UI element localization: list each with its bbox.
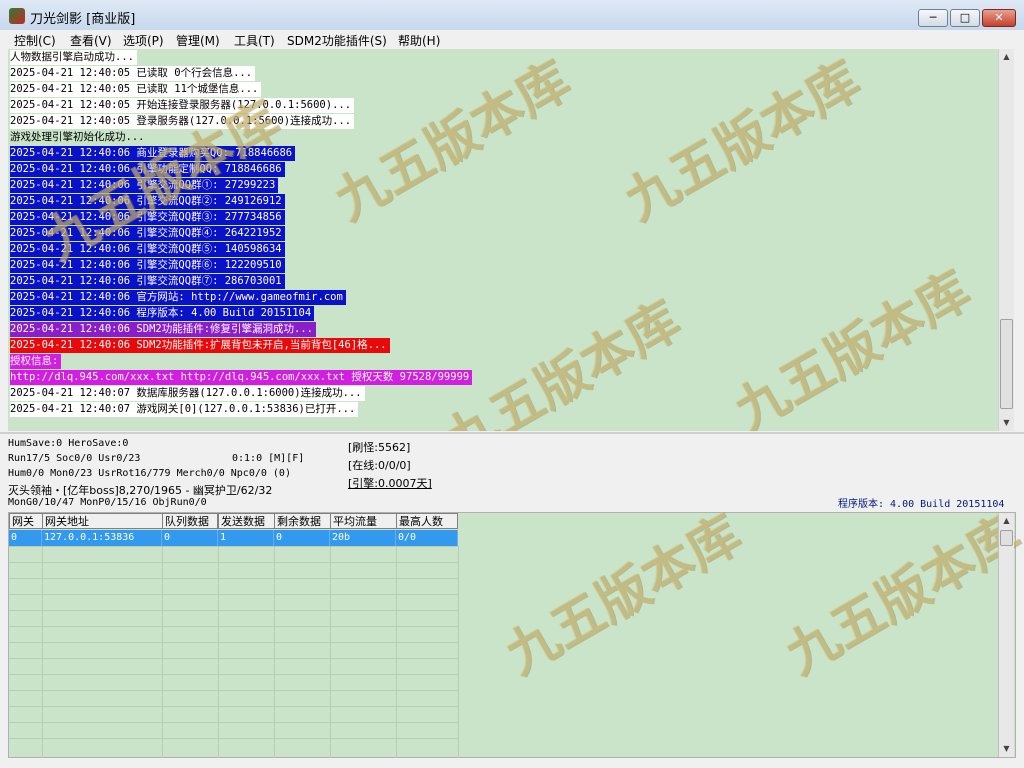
- grid-header-queue[interactable]: 队列数据: [162, 513, 218, 529]
- log-line: 2025-04-21 12:40:07 数据库服务器(127.0.0.1:600…: [10, 386, 365, 401]
- watermark-text: 九五版本库: [775, 504, 1024, 687]
- watermark-text: 九五版本库: [724, 260, 980, 431]
- grid-header-address[interactable]: 网关地址: [42, 513, 172, 529]
- menu-tools[interactable]: 工具(T): [234, 32, 275, 49]
- status-humsave: HumSave:0 HeroSave:0: [8, 438, 129, 449]
- menu-help[interactable]: 帮助(H): [398, 32, 440, 49]
- log-line: 2025-04-21 12:40:06 SDM2功能插件:扩展背包未开启,当前背…: [10, 338, 390, 353]
- watermark-text: 九五版本库: [495, 504, 751, 687]
- grid-row-line: [9, 594, 458, 595]
- log-line: 2025-04-21 12:40:06 引擎交流QQ群⑦: 286703001: [10, 274, 285, 289]
- log-line: 2025-04-21 12:40:06 引擎交流QQ群③: 277734856: [10, 210, 285, 225]
- scroll-down-arrow-icon[interactable]: ▼: [999, 415, 1014, 431]
- grid-row-line: [9, 626, 458, 627]
- scroll-down-arrow-icon[interactable]: ▼: [999, 741, 1014, 757]
- status-hum: Hum0/0 Mon0/23 UsrRot16/779 Merch0/0 Npc…: [8, 468, 291, 479]
- status-run: Run17/5 Soc0/0 Usr0/23: [8, 453, 141, 464]
- log-line: http://dlq.945.com/xxx.txt http://dlq.94…: [10, 370, 473, 385]
- log-line: 2025-04-21 12:40:06 程序版本: 4.00 Build 201…: [10, 306, 315, 321]
- menu-control[interactable]: 控制(C): [14, 32, 56, 49]
- table-cell: 0: [9, 530, 42, 546]
- scroll-thumb[interactable]: [1000, 530, 1013, 546]
- table-cell: 127.0.0.1:53836: [42, 530, 162, 546]
- gateway-grid: 网关 网关地址 队列数据 发送数据 剩余数据 平均流量 最高人数 0 127.0…: [8, 504, 1024, 758]
- watermark-text: 九五版本库: [434, 290, 690, 431]
- grid-row-line: [9, 578, 458, 579]
- grid-header-traffic[interactable]: 平均流量: [330, 513, 397, 529]
- grid-row-line: [9, 610, 458, 611]
- menu-sdm2-plugin[interactable]: SDM2功能插件(S): [287, 32, 387, 49]
- grid-scrollbar[interactable]: ▲ ▼: [998, 513, 1014, 757]
- table-cell: 1: [218, 530, 274, 546]
- grid-row-line: [9, 642, 458, 643]
- status-pane: HumSave:0 HeroSave:0 Run17/5 Soc0/0 Usr0…: [0, 432, 1024, 512]
- status-boss: 灭头领袖・[亿年boss]8,270/1965 - 幽冥护卫/62/32: [8, 484, 273, 497]
- log-line: 游戏处理引擎初始化成功...: [10, 130, 148, 145]
- log-line: 2025-04-21 12:40:05 已读取 0个行会信息...: [10, 66, 256, 81]
- scroll-up-arrow-icon[interactable]: ▲: [999, 513, 1014, 529]
- log-line: 2025-04-21 12:40:06 引擎交流QQ群⑥: 122209510: [10, 258, 285, 273]
- log-line: 2025-04-21 12:40:07 游戏网关[0](127.0.0.1:53…: [10, 402, 359, 417]
- menu-options[interactable]: 选项(P): [123, 32, 164, 49]
- grid-header-gateway[interactable]: 网关: [9, 513, 43, 529]
- grid-row-line: [9, 690, 458, 691]
- maximize-button[interactable]: □: [950, 9, 980, 27]
- grid-row-line: [9, 738, 458, 739]
- log-line: 2025-04-21 12:40:06 SDM2功能插件:修复引擎漏洞成功...: [10, 322, 317, 337]
- scroll-up-arrow-icon[interactable]: ▲: [999, 49, 1014, 65]
- grid-header-sent[interactable]: 发送数据: [218, 513, 275, 529]
- app-icon: [9, 8, 25, 24]
- log-line: 2025-04-21 12:40:06 官方网站: http://www.gam…: [10, 290, 346, 305]
- log-line: 授权信息:: [10, 354, 62, 369]
- menu-bar: 控制(C) 查看(V) 选项(P) 管理(M) 工具(T) SDM2功能插件(S…: [0, 30, 1024, 49]
- minimize-button[interactable]: ─: [918, 9, 948, 27]
- table-cell: 20b: [330, 530, 396, 546]
- log-line: 2025-04-21 12:40:05 已读取 11个城堡信息...: [10, 82, 262, 97]
- watermark-text: 九五版本库: [324, 50, 580, 233]
- status-mon: MonG0/10/47 MonP0/15/16 ObjRun0/0: [8, 497, 207, 508]
- grid-row-line: [9, 722, 458, 723]
- window-title: 刀光剑影 [商业版]: [30, 12, 136, 27]
- grid-row-line: [9, 706, 458, 707]
- title-bar: 刀光剑影 [商业版] ─ □ ✕: [0, 0, 1024, 31]
- status-engine[interactable]: [引擎:0.0007天]: [348, 475, 432, 491]
- status-refresh: [刷怪:5562]: [348, 441, 411, 454]
- log-line: 2025-04-21 12:40:06 引擎交流QQ群⑤: 140598634: [10, 242, 285, 257]
- grid-row-line: [9, 658, 458, 659]
- log-line: 2025-04-21 12:40:06 商业登录器购买QQ: 718846686: [10, 146, 296, 161]
- status-cycle: 0:1:0 [M][F]: [232, 453, 305, 464]
- grid-header-remaining[interactable]: 剩余数据: [274, 513, 331, 529]
- scroll-thumb[interactable]: [1000, 319, 1013, 409]
- log-scrollbar[interactable]: ▲ ▼: [998, 49, 1014, 431]
- grid-row-line: [9, 546, 458, 547]
- log-pane: 人物数据引擎启动成功... 2025-04-21 12:40:05 已读取 0个行…: [8, 49, 998, 431]
- menu-view[interactable]: 查看(V): [70, 32, 112, 49]
- log-line: 2025-04-21 12:40:06 引擎功能定制QQ: 718846686: [10, 162, 285, 177]
- log-line: 2025-04-21 12:40:06 引擎交流QQ群①: 27299223: [10, 178, 279, 193]
- table-cell: 0: [162, 530, 218, 546]
- log-line: 2025-04-21 12:40:06 引擎交流QQ群②: 249126912: [10, 194, 285, 209]
- menu-manage[interactable]: 管理(M): [176, 32, 220, 49]
- table-cell: 0/0: [396, 530, 458, 546]
- grid-column-line: [458, 546, 459, 758]
- log-line: 2025-04-21 12:40:05 开始连接登录服务器(127.0.0.1:…: [10, 98, 355, 113]
- version-label: 程序版本: 4.00 Build 20151104: [838, 499, 1005, 510]
- status-online: [在线:0/0/0]: [348, 459, 411, 472]
- grid-row-line: [9, 562, 458, 563]
- log-line: 2025-04-21 12:40:06 引擎交流QQ群④: 264221952: [10, 226, 285, 241]
- table-row[interactable]: 0 127.0.0.1:53836 0 1 0 20b 0/0: [9, 530, 458, 546]
- table-cell: 0: [274, 530, 330, 546]
- log-line: 人物数据引擎启动成功...: [10, 50, 137, 65]
- watermark-text: 九五版本库: [614, 50, 870, 233]
- grid-header-max-users[interactable]: 最高人数: [396, 513, 458, 529]
- close-button[interactable]: ✕: [982, 9, 1016, 27]
- log-line: 2025-04-21 12:40:05 登录服务器(127.0.0.1:5600…: [10, 114, 355, 129]
- grid-row-line: [9, 674, 458, 675]
